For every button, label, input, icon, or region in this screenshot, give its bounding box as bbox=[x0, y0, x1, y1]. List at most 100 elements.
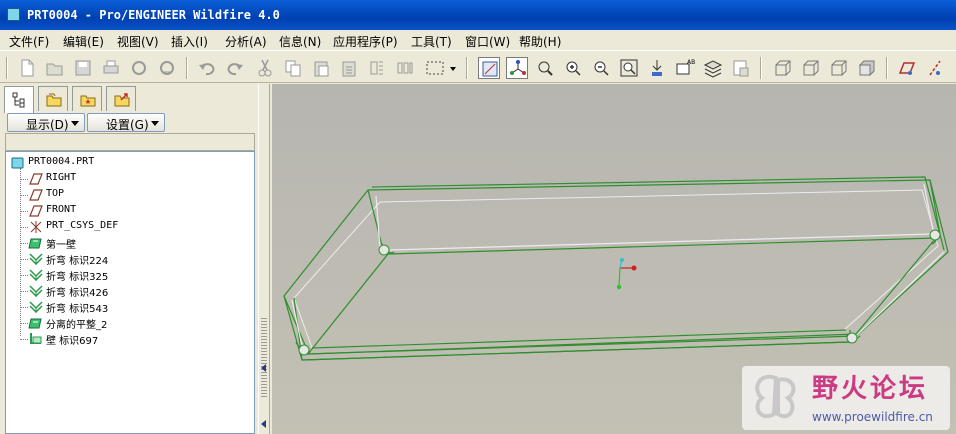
regenerate-icon[interactable] bbox=[366, 57, 388, 79]
spin-center-icon[interactable] bbox=[478, 57, 500, 79]
connections-tab[interactable] bbox=[106, 86, 136, 111]
settings-label: 设置(G) bbox=[106, 118, 149, 132]
flat-wall-icon bbox=[28, 316, 44, 330]
open-icon[interactable] bbox=[44, 57, 66, 79]
watermark-url: www.proewildfire.cn bbox=[812, 410, 933, 424]
zoom-in-icon[interactable] bbox=[562, 57, 584, 79]
splitter-grip[interactable] bbox=[261, 318, 267, 398]
tree-item-label: PRT0004.PRT bbox=[28, 156, 95, 167]
tree-item-right[interactable]: RIGHT bbox=[6, 171, 254, 187]
paste-special-icon[interactable] bbox=[338, 57, 360, 79]
tree-item-label: TOP bbox=[46, 188, 65, 199]
title-bar: PRT0004 - Pro/ENGINEER Wildfire 4.0 bbox=[0, 0, 956, 30]
menu-file[interactable]: 文件(F) bbox=[9, 33, 49, 50]
tree-item-label: 折弯 标识224 bbox=[46, 256, 109, 267]
refit-icon[interactable] bbox=[534, 57, 556, 79]
menu-edit[interactable]: 编辑(E) bbox=[63, 33, 104, 50]
paste-icon[interactable] bbox=[310, 57, 332, 79]
toolbar-separator bbox=[6, 57, 8, 79]
regen-manager-icon[interactable] bbox=[394, 57, 416, 79]
reorient-icon[interactable] bbox=[646, 57, 668, 79]
send-icon[interactable] bbox=[128, 57, 150, 79]
zoom-out-icon[interactable] bbox=[590, 57, 612, 79]
folder-browser-tab[interactable] bbox=[38, 86, 68, 111]
chevron-down-icon[interactable] bbox=[448, 57, 458, 79]
new-icon[interactable] bbox=[16, 57, 38, 79]
hidden-line-icon[interactable] bbox=[800, 57, 822, 79]
part-icon bbox=[7, 8, 20, 21]
chevron-down-icon bbox=[71, 121, 79, 126]
model-tree-tab[interactable] bbox=[4, 86, 34, 113]
menu-insert[interactable]: 插入(I) bbox=[171, 33, 208, 50]
datum-plane-icon bbox=[28, 172, 44, 186]
save-icon[interactable] bbox=[72, 57, 94, 79]
collapse-left-icon[interactable] bbox=[261, 420, 266, 428]
menu-window[interactable]: 窗口(W) bbox=[465, 33, 510, 50]
menu-bar: 文件(F) 编辑(E) 视图(V) 插入(I) 分析(A) 信息(N) 应用程序… bbox=[0, 30, 956, 50]
tree-item-label: 折弯 标识325 bbox=[46, 272, 109, 283]
forum-watermark: 野火论坛 www.proewildfire.cn bbox=[742, 366, 950, 430]
tree-connector bbox=[20, 307, 28, 308]
tree-item-label: 第一壁 bbox=[46, 240, 76, 251]
menu-help[interactable]: 帮助(H) bbox=[519, 33, 561, 50]
tree-item-first-wall[interactable]: 第一壁 bbox=[6, 235, 254, 251]
menu-applications[interactable]: 应用程序(P) bbox=[333, 33, 398, 50]
tree-item-label: FRONT bbox=[46, 204, 77, 215]
no-hidden-icon[interactable] bbox=[828, 57, 850, 79]
tree-filter-bar bbox=[5, 133, 255, 151]
menu-view[interactable]: 视图(V) bbox=[117, 33, 159, 50]
toolbar-separator bbox=[760, 57, 762, 79]
redo-icon[interactable] bbox=[224, 57, 246, 79]
svg-text:AB: AB bbox=[687, 59, 695, 66]
toolbar-separator bbox=[886, 57, 888, 79]
select-box-icon[interactable] bbox=[424, 57, 446, 79]
tree-connector bbox=[20, 179, 28, 180]
datum-plane-display-icon[interactable] bbox=[896, 57, 918, 79]
tree-item-label: RIGHT bbox=[46, 172, 77, 183]
toolbar-separator bbox=[186, 57, 188, 79]
tree-item-label: 壁 标识697 bbox=[46, 336, 99, 347]
email-icon[interactable] bbox=[156, 57, 178, 79]
tree-connector bbox=[20, 275, 28, 276]
tree-item-bend-426[interactable]: 折弯 标识426 bbox=[6, 283, 254, 299]
copy-icon[interactable] bbox=[282, 57, 304, 79]
tree-item-part[interactable]: PRT0004.PRT bbox=[6, 155, 254, 171]
orient-mode-icon[interactable] bbox=[506, 57, 528, 79]
tree-connector bbox=[20, 227, 28, 228]
bend-icon bbox=[28, 284, 44, 298]
fit-icon[interactable] bbox=[618, 57, 640, 79]
tree-connector bbox=[20, 291, 28, 292]
tree-item-csys[interactable]: PRT_CSYS_DEF bbox=[6, 219, 254, 235]
show-dropdown[interactable]: 显示(D) bbox=[7, 113, 85, 132]
tree-item-label: PRT_CSYS_DEF bbox=[46, 220, 119, 231]
menu-tools[interactable]: 工具(T) bbox=[411, 33, 452, 50]
first-wall-icon bbox=[28, 236, 44, 250]
tree-item-front[interactable]: FRONT bbox=[6, 203, 254, 219]
tree-item-bend-224[interactable]: 折弯 标识224 bbox=[6, 251, 254, 267]
wireframe-icon[interactable] bbox=[772, 57, 794, 79]
tree-item-bend-325[interactable]: 折弯 标识325 bbox=[6, 267, 254, 283]
tree-connector bbox=[20, 259, 28, 260]
cut-icon[interactable] bbox=[254, 57, 276, 79]
favorites-tab[interactable] bbox=[72, 86, 102, 111]
datum-axis-display-icon[interactable] bbox=[924, 57, 946, 79]
panel-splitter[interactable] bbox=[258, 84, 270, 434]
menu-analysis[interactable]: 分析(A) bbox=[225, 33, 267, 50]
settings-dropdown[interactable]: 设置(G) bbox=[87, 113, 165, 132]
tree-item-flat-wall[interactable]: 分离的平整_2 bbox=[6, 315, 254, 331]
tree-item-wall-697[interactable]: 壁 标识697 bbox=[6, 331, 254, 347]
tree-item-top[interactable]: TOP bbox=[6, 187, 254, 203]
view-manager-icon[interactable] bbox=[730, 57, 752, 79]
layers-icon[interactable] bbox=[702, 57, 724, 79]
collapse-left-icon[interactable] bbox=[261, 364, 266, 372]
wall-icon bbox=[28, 332, 44, 346]
csys-icon bbox=[28, 220, 44, 234]
tree-connector bbox=[20, 243, 28, 244]
tree-item-bend-543[interactable]: 折弯 标识543 bbox=[6, 299, 254, 315]
undo-icon[interactable] bbox=[196, 57, 218, 79]
saved-views-icon[interactable]: AB bbox=[674, 57, 696, 79]
show-label: 显示(D) bbox=[26, 118, 69, 132]
menu-info[interactable]: 信息(N) bbox=[279, 33, 321, 50]
shading-icon[interactable] bbox=[856, 57, 878, 79]
print-icon[interactable] bbox=[100, 57, 122, 79]
